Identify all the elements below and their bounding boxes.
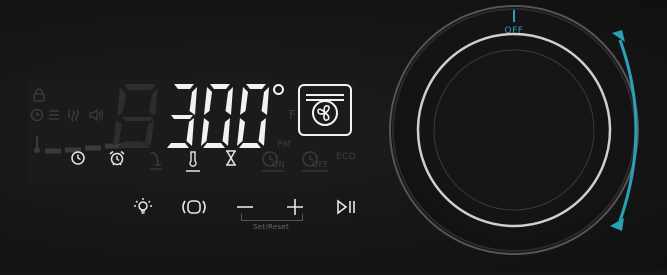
- start-pause-button[interactable]: [334, 196, 358, 218]
- degree-symbol: [273, 84, 284, 95]
- clock-ghost-icon: [30, 108, 44, 122]
- lightbulb-icon: [134, 198, 152, 214]
- pm-ghost-label: PM: [277, 140, 291, 150]
- digit-segment: [203, 143, 225, 148]
- thermometer-icon: [185, 150, 201, 172]
- eco-ghost-label: ECO: [336, 152, 356, 162]
- digit-segment: [201, 118, 209, 146]
- sound-ghost-icon: [88, 108, 104, 122]
- rotate-direction-arrow-icon: [610, 30, 638, 231]
- set-reset-label: Set/Reset: [252, 223, 290, 231]
- cooking-function-button[interactable]: [178, 196, 210, 218]
- digit-segment: [167, 143, 189, 148]
- set-reset-bracket: [241, 214, 303, 221]
- probe-icon: [148, 150, 164, 172]
- digit-segment: [174, 84, 194, 89]
- digit-segment: [258, 118, 266, 146]
- off-timer-icon: OFF: [300, 150, 330, 172]
- digit-segment: [222, 118, 230, 146]
- timer-icon: [70, 150, 86, 172]
- knob-off-label: OFF: [504, 26, 524, 36]
- light-button[interactable]: [132, 196, 154, 218]
- grill-ghost-icon: [47, 108, 61, 122]
- digit-segment: [189, 87, 197, 115]
- digit-segment: [186, 118, 194, 146]
- temperature-digit: [237, 84, 269, 148]
- temperature-digit: [201, 84, 233, 148]
- ghost-digit: [112, 80, 164, 152]
- play-pause-icon: [337, 199, 355, 215]
- digit-segment: [204, 87, 212, 115]
- digit-segment: [246, 84, 266, 89]
- heat-ghost-icon: [66, 108, 82, 122]
- function-icon: [182, 200, 206, 214]
- digit-segment: [261, 87, 269, 115]
- temperature-digits: [167, 84, 269, 148]
- lock-icon: [33, 88, 45, 102]
- convection-fan-icon: [298, 84, 352, 136]
- temperature-display: 300: [162, 80, 272, 152]
- digit-segment: [171, 115, 193, 119]
- fahrenheit-ghost-label: F: [289, 108, 297, 122]
- on-timer-icon: ON: [260, 150, 286, 172]
- digit-segment: [237, 118, 245, 146]
- digit-segment: [210, 84, 230, 89]
- hourglass-icon: [225, 150, 237, 172]
- alarm-clock-icon: [108, 150, 126, 172]
- digit-segment: [225, 87, 233, 115]
- off-ghost-label: OFF: [312, 160, 329, 169]
- digit-segment: [240, 87, 248, 115]
- temperature-digit: [167, 84, 197, 148]
- digit-segment: [239, 143, 261, 148]
- on-ghost-label: ON: [272, 160, 285, 169]
